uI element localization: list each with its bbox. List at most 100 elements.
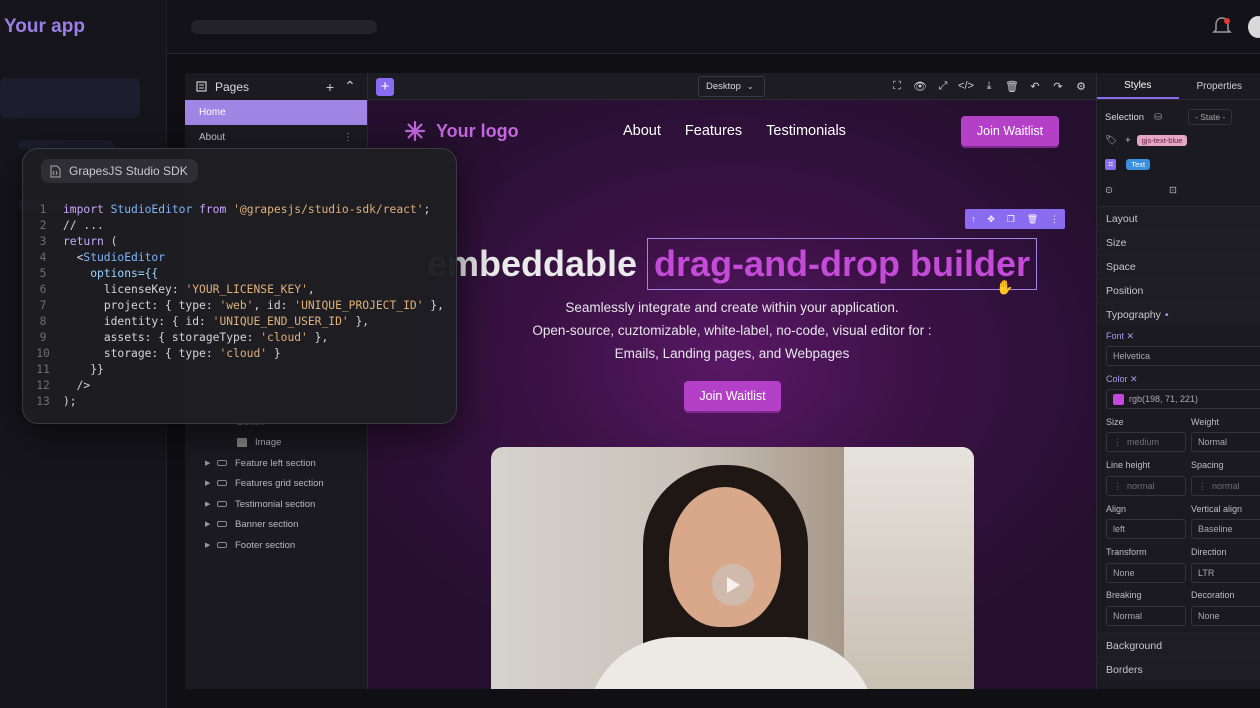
layer-item[interactable]: ▶ Features grid section	[205, 473, 324, 493]
direction-select[interactable]: LTR	[1191, 563, 1260, 583]
section-icon	[217, 460, 227, 466]
code-token: storage: { type:	[103, 347, 220, 360]
bell-icon[interactable]	[1212, 16, 1232, 38]
layer-item[interactable]: ▶ Footer section	[205, 535, 295, 555]
breaking-label: Breaking	[1106, 590, 1142, 600]
spacing-label: Spacing	[1191, 460, 1224, 470]
add-page-icon[interactable]: +	[323, 79, 337, 95]
add-block-button[interactable]: +	[376, 78, 394, 96]
spacing-placeholder: normal	[1212, 481, 1240, 491]
code-token: 'YOUR_LICENSE_KEY'	[185, 283, 308, 296]
nav-link-about[interactable]: About	[623, 123, 661, 139]
vertical-align-select[interactable]: Baseline	[1191, 519, 1260, 539]
layer-label: Image	[255, 436, 282, 448]
page-item-about[interactable]: About ⋮	[185, 125, 367, 150]
more-icon[interactable]: ⋮	[343, 132, 353, 143]
color-field[interactable]: rgb(198, 71, 221)	[1106, 389, 1260, 409]
hero-join-waitlist-button[interactable]: Join Waitlist	[684, 381, 781, 411]
sync-icon[interactable]: ⛁	[1154, 112, 1162, 123]
weight-label: Weight	[1191, 417, 1219, 427]
search-bar[interactable]	[191, 20, 377, 34]
section-space[interactable]: Space	[1097, 254, 1260, 278]
styles-panel: Styles Properties Selection ⛁ - State - …	[1096, 73, 1260, 689]
collapse-icon[interactable]: ⌃	[343, 78, 357, 95]
device-select[interactable]: Desktop ⌄	[698, 76, 765, 97]
hand-cursor-icon: ✋	[996, 279, 1014, 295]
layer-item[interactable]: ▶ Feature left section	[205, 453, 316, 473]
caret-right-icon[interactable]: ▶	[205, 500, 217, 508]
redo-icon[interactable]: ↷	[1051, 79, 1065, 93]
target-icon[interactable]: ⊙	[1105, 185, 1113, 196]
add-class-icon[interactable]: +	[1125, 135, 1131, 146]
tab-styles[interactable]: Styles	[1097, 73, 1179, 99]
caret-right-icon[interactable]: ▶	[205, 541, 217, 549]
code-token: 'cloud'	[260, 331, 308, 344]
color-label: Color ✕	[1106, 374, 1138, 385]
layer-label: Feature left section	[235, 457, 316, 469]
download-icon[interactable]: ⤓	[982, 79, 996, 93]
more-icon[interactable]: ⋮	[1050, 214, 1059, 225]
play-icon[interactable]	[712, 564, 754, 606]
hero-highlight[interactable]: drag-and-drop builder	[647, 238, 1038, 290]
trash-icon[interactable]: 🗑	[1027, 214, 1038, 225]
decoration-select[interactable]: None	[1191, 606, 1260, 626]
layer-item[interactable]: Image	[237, 432, 281, 452]
preview-icon[interactable]: 👁	[913, 79, 927, 93]
font-select[interactable]: Helvetica	[1106, 346, 1260, 366]
nav-link-testimonials[interactable]: Testimonials	[766, 123, 846, 139]
align-select[interactable]: left	[1106, 519, 1186, 539]
state-select[interactable]: - State -	[1188, 109, 1233, 125]
spacing-input[interactable]: ⋮ normal	[1191, 476, 1260, 496]
size-input[interactable]: ⋮ medium	[1106, 432, 1186, 452]
class-chip[interactable]: gjs-text-blue	[1136, 135, 1188, 146]
chevron-down-icon: ⌄	[746, 82, 754, 91]
section-layout[interactable]: Layout	[1097, 206, 1260, 230]
canvas[interactable]: Your logo About Features Testimonials Jo…	[368, 100, 1096, 689]
section-background[interactable]: Background	[1097, 633, 1260, 657]
section-borders[interactable]: Borders	[1097, 657, 1260, 681]
caret-right-icon[interactable]: ▶	[205, 520, 217, 528]
selection-label: Selection	[1105, 111, 1145, 123]
section-size[interactable]: Size	[1097, 230, 1260, 254]
code-line: 8 identity: { id: 'UNIQUE_END_USER_ID' }…	[23, 314, 444, 330]
breaking-select[interactable]: Normal	[1106, 606, 1186, 626]
gear-icon[interactable]: ⚙	[1074, 79, 1088, 93]
select-mode-icon[interactable]: ⛶	[890, 79, 904, 93]
layer-label: Footer section	[235, 539, 296, 551]
arrow-up-icon[interactable]: ↑	[971, 214, 976, 224]
layer-item[interactable]: ▶ Testimonial section	[205, 494, 315, 514]
join-waitlist-button[interactable]: Join Waitlist	[961, 116, 1059, 146]
nav-link-features[interactable]: Features	[685, 123, 742, 139]
video-thumbnail[interactable]	[491, 447, 974, 689]
weight-select[interactable]: Normal	[1191, 432, 1260, 452]
transform-select[interactable]: None	[1106, 563, 1186, 583]
avatar[interactable]	[1248, 16, 1260, 38]
clear-icon[interactable]: ✕	[1130, 374, 1138, 384]
frame-icon[interactable]: ⊡	[1169, 185, 1177, 196]
subtitle-line: Emails, Landing pages, and Webpages	[614, 346, 850, 361]
section-icon	[217, 480, 227, 486]
trash-icon[interactable]: 🗑	[1005, 79, 1019, 93]
code-token: 'cloud'	[219, 347, 268, 360]
page-item-home[interactable]: Home	[185, 100, 367, 125]
caret-right-icon[interactable]: ▶	[205, 479, 217, 487]
site-logo[interactable]: Your logo	[404, 120, 519, 142]
color-swatch[interactable]	[1113, 393, 1124, 405]
code-line: 13);	[23, 394, 444, 410]
line-height-input[interactable]: ⋮ normal	[1106, 476, 1186, 496]
image-icon	[237, 437, 247, 447]
clear-icon[interactable]: ✕	[1127, 331, 1135, 341]
section-typography[interactable]: Typography •	[1097, 302, 1260, 326]
caret-right-icon[interactable]: ▶	[205, 459, 217, 467]
tab-properties[interactable]: Properties	[1179, 73, 1260, 99]
copy-icon[interactable]: ❐	[1007, 214, 1015, 225]
code-token: import	[63, 203, 104, 216]
section-position[interactable]: Position	[1097, 278, 1260, 302]
fullscreen-icon[interactable]: ⤢	[936, 79, 950, 93]
code-token: StudioEditor	[83, 251, 166, 264]
code-line: 11 }}	[23, 362, 444, 378]
undo-icon[interactable]: ↶	[1028, 79, 1042, 93]
move-icon[interactable]: ✥	[987, 214, 995, 225]
code-icon[interactable]: </>	[958, 79, 974, 93]
layer-item[interactable]: ▶ Banner section	[205, 514, 298, 534]
